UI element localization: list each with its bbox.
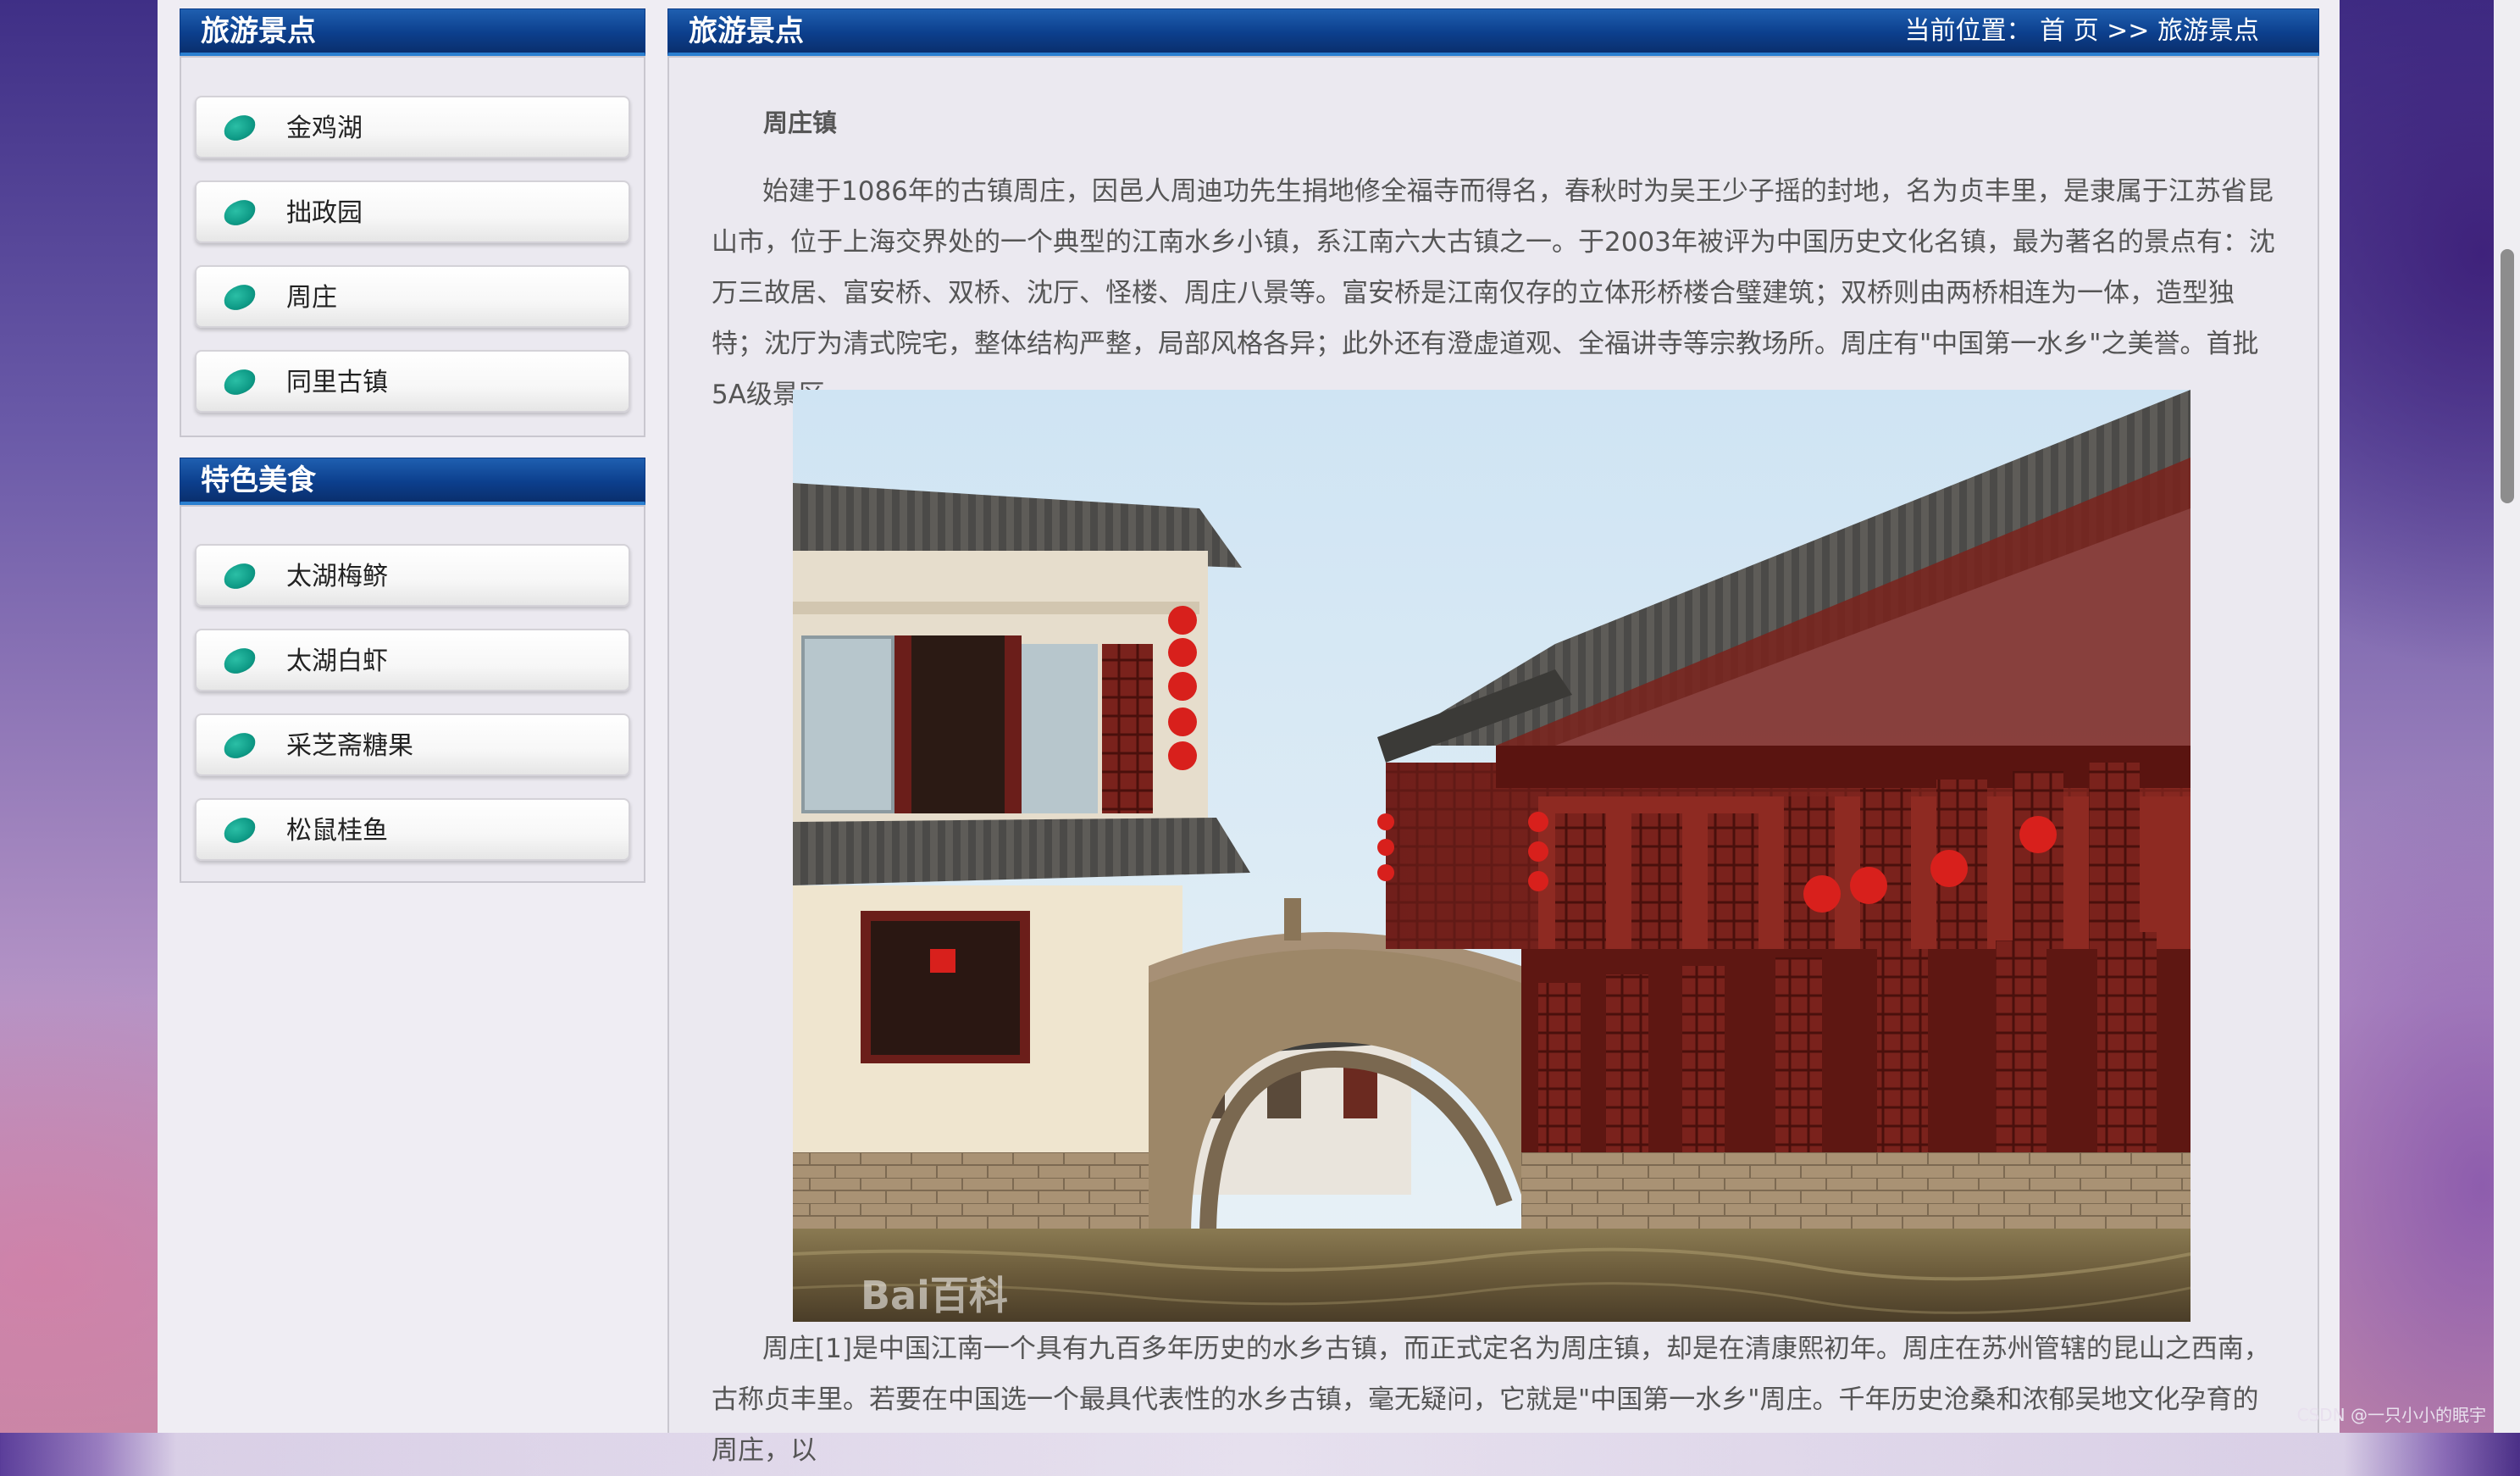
sidebar-item-squirrel-fish[interactable]: 松鼠桂鱼	[195, 798, 630, 861]
sidebar-item-label: 金鸡湖	[286, 114, 363, 143]
sidebar-section-title: 特色美食	[201, 463, 316, 497]
sidebar-item-label: 采芝斋糖果	[286, 731, 413, 761]
article-paragraph: 周庄[1]是中国江南一个具有九百多年历史的水乡古镇，而正式定名为周庄镇，却是在清…	[712, 1334, 2270, 1466]
article-title: 周庄镇	[763, 108, 838, 137]
main-panel-title: 旅游景点	[689, 14, 804, 48]
scrollbar-thumb[interactable]	[2501, 249, 2514, 503]
sidebar-item-zhouzhuang[interactable]: 周庄	[195, 265, 630, 328]
breadcrumb-home-link[interactable]: 首 页	[2040, 16, 2099, 46]
leaf-bullet-icon	[221, 282, 258, 313]
csdn-watermark: CSDN @一只小小的眠宇	[2296, 1405, 2486, 1425]
sidebar-item-label: 太湖梅鲚	[286, 562, 388, 591]
sidebar-item-taihu-anchovy[interactable]: 太湖梅鲚	[195, 544, 630, 607]
breadcrumb-prefix: 当前位置：	[1904, 16, 2032, 46]
leaf-bullet-icon	[221, 367, 258, 397]
leaf-bullet-icon	[221, 646, 258, 676]
sidebar-section-header-food: 特色美食	[180, 458, 645, 505]
sidebar-item-label: 同里古镇	[286, 368, 388, 397]
sidebar-item-label: 松鼠桂鱼	[286, 816, 388, 846]
scrollbar-track[interactable]	[2494, 0, 2520, 1433]
leaf-bullet-icon	[221, 730, 258, 761]
sidebar-item-label: 太湖白虾	[286, 646, 388, 676]
leaf-bullet-icon	[221, 197, 258, 228]
sidebar-section-title: 旅游景点	[201, 14, 316, 48]
article-paragraph: 始建于1086年的古镇周庄，因邑人周迪功先生捐地修全福寺而得名，春秋时为吴王少子…	[712, 176, 2275, 410]
sidebar-item-jinji-lake[interactable]: 金鸡湖	[195, 96, 630, 158]
sidebar-item-caizhizhai-candy[interactable]: 采芝斋糖果	[195, 713, 630, 776]
breadcrumb-current[interactable]: 旅游景点	[2157, 16, 2259, 46]
sidebar-item-taihu-shrimp[interactable]: 太湖白虾	[195, 629, 630, 691]
sidebar-item-humble-garden[interactable]: 拙政园	[195, 180, 630, 243]
main-panel-header: 旅游景点 当前位置： 首 页 >> 旅游景点	[667, 8, 2319, 56]
leaf-bullet-icon	[221, 561, 258, 591]
breadcrumb-separator: >>	[2107, 16, 2150, 46]
sidebar-item-label: 周庄	[286, 283, 337, 313]
sidebar-item-tongli[interactable]: 同里古镇	[195, 350, 630, 413]
zhouzhuang-photo: Bai百科	[793, 390, 2190, 1322]
breadcrumb: 当前位置： 首 页 >> 旅游景点	[1905, 9, 2259, 53]
sidebar-section-header-attractions: 旅游景点	[180, 8, 645, 56]
sidebar-item-label: 拙政园	[286, 198, 363, 228]
photo-watermark: Bai百科	[861, 1273, 1008, 1318]
leaf-bullet-icon	[221, 113, 258, 143]
leaf-bullet-icon	[221, 815, 258, 846]
